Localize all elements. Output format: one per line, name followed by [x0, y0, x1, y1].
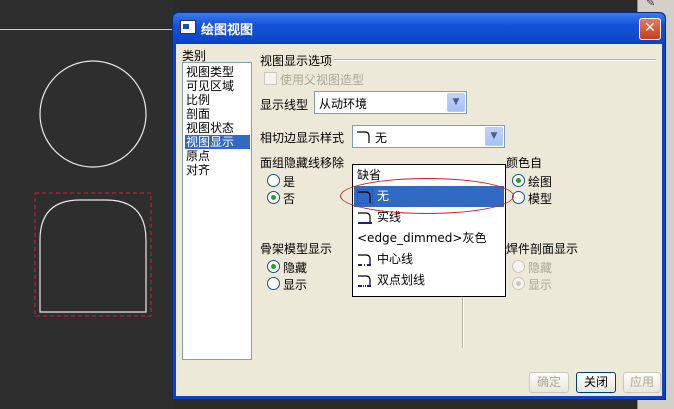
line-style-value: 从动环境: [319, 97, 368, 111]
category-item-section[interactable]: 剖面: [185, 107, 250, 121]
hidden-remove-no-label: 否: [283, 192, 296, 206]
color-drawing-label: 绘图: [528, 175, 553, 189]
category-item-view-type[interactable]: 视图类型: [185, 65, 250, 79]
weld-hide-label: 隐藏: [528, 261, 553, 275]
close-button[interactable]: 关闭: [576, 372, 616, 393]
phantom-tangent-icon: [358, 275, 372, 287]
drawing-views: [34, 60, 152, 317]
close-icon[interactable]: ✕: [639, 18, 661, 40]
category-item-view-display[interactable]: 视图显示: [185, 135, 250, 149]
category-item-alignment[interactable]: 对齐: [185, 163, 250, 177]
use-parent-label: 使用父视图造型: [280, 73, 365, 87]
category-list[interactable]: 视图类型 可见区域 比例 剖面 视图状态 视图显示 原点 对齐: [182, 62, 252, 360]
section-title: 视图显示选项: [260, 54, 333, 68]
vertical-divider: [462, 294, 464, 348]
use-parent-checkbox[interactable]: [264, 72, 277, 85]
hidden-line-remove-label: 面组隐藏线移除: [260, 156, 345, 170]
circle-view: [39, 60, 147, 168]
dropdown-item-centerline[interactable]: 中心线: [354, 249, 504, 270]
dropdown-item-dimmed[interactable]: <edge_dimmed>灰色: [354, 228, 504, 249]
view-selection-box: [34, 192, 152, 317]
tangent-style-value: 无: [375, 131, 388, 145]
centerline-tangent-icon: [358, 254, 372, 266]
weld-show-radio[interactable]: [512, 277, 525, 290]
line-style-label: 显示线型: [260, 98, 309, 112]
drawing-view-dialog: 绘图视图 ✕ 类别 视图类型 可见区域 比例 剖面 视图状态 视图显示 原点 对…: [172, 12, 666, 400]
hidden-remove-yes-radio[interactable]: [267, 174, 280, 187]
hidden-remove-no-radio[interactable]: [267, 191, 280, 204]
category-item-visible-area[interactable]: 可见区域: [185, 79, 250, 93]
dialog-body: 类别 视图类型 可见区域 比例 剖面 视图状态 视图显示 原点 对齐 视图显示选…: [176, 44, 662, 396]
skeleton-show-label: 显示: [283, 278, 308, 292]
hidden-remove-yes-label: 是: [283, 175, 296, 189]
ok-button[interactable]: 确定: [529, 372, 569, 393]
weld-section-label: 焊件剖面显示: [506, 242, 579, 256]
apply-button[interactable]: 应用: [623, 372, 661, 393]
no-tangent-icon: [357, 131, 370, 143]
section-divider: [334, 59, 656, 61]
pencil-icon[interactable]: ✎: [646, 0, 660, 9]
category-item-origin[interactable]: 原点: [185, 149, 250, 163]
line-style-select[interactable]: 从动环境 ▼: [314, 91, 467, 114]
chevron-down-icon[interactable]: ▼: [485, 127, 503, 146]
dropdown-item-phantom[interactable]: 双点划线: [354, 270, 504, 291]
skeleton-show-radio[interactable]: [267, 277, 280, 290]
profile-view: [39, 199, 147, 313]
solid-tangent-icon: [358, 212, 372, 224]
category-item-view-state[interactable]: 视图状态: [185, 121, 250, 135]
window-title: 绘图视图: [201, 23, 254, 38]
skeleton-hide-label: 隐藏: [283, 261, 308, 275]
color-model-radio[interactable]: [512, 191, 525, 204]
tangent-label: 相切边显示样式: [260, 131, 345, 145]
category-item-scale[interactable]: 比例: [185, 93, 250, 107]
color-from-label: 颜色自: [506, 156, 543, 170]
drawing-canvas[interactable]: [0, 0, 174, 409]
annotation-ellipse: [340, 178, 514, 214]
weld-show-label: 显示: [528, 278, 553, 292]
title-bar[interactable]: 绘图视图 ✕: [173, 13, 665, 43]
color-drawing-radio[interactable]: [512, 174, 525, 187]
color-model-label: 模型: [528, 192, 553, 206]
weld-hide-radio[interactable]: [512, 260, 525, 273]
chevron-down-icon[interactable]: ▼: [447, 93, 465, 112]
window-icon: [180, 20, 196, 34]
tangent-style-select[interactable]: 无 ▼: [352, 125, 505, 148]
skeleton-hide-radio[interactable]: [267, 260, 280, 273]
skeleton-display-label: 骨架模型显示: [260, 242, 333, 256]
